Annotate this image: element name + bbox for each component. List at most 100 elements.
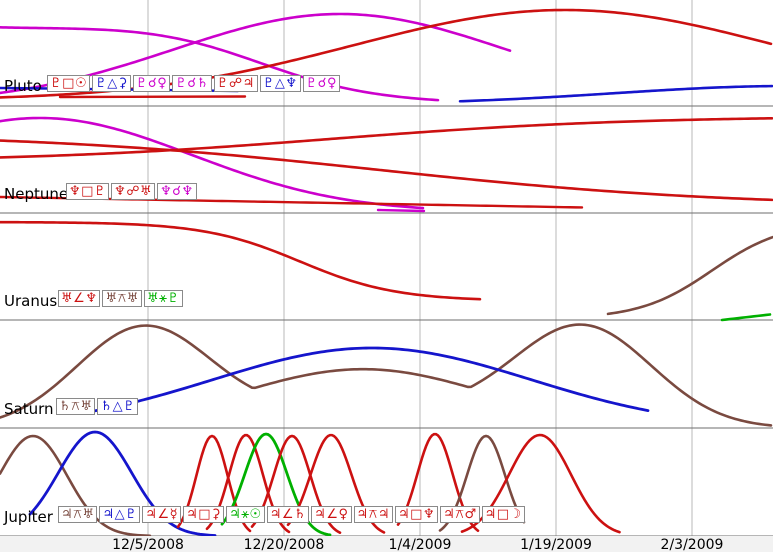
badge-target-glyph: ♇: [123, 399, 135, 414]
badge-aspect-glyph: □: [62, 76, 75, 91]
badge-target-glyph: ⚳: [211, 507, 221, 522]
badge-aspect-glyph: ⚻: [455, 507, 464, 522]
badge-body-glyph: ♃: [398, 507, 410, 522]
badge-aspect-glyph: □: [198, 507, 211, 522]
badge-target-glyph: ♅: [80, 399, 92, 414]
transit-chart: Pluto Neptune Uranus Saturn Jupiter ♇□☉♇…: [0, 0, 773, 552]
aspect-badge[interactable]: ♅⚹♇: [144, 290, 183, 307]
curve-pluto-trine-right: [460, 86, 772, 101]
x-axis-tick-labels: 12/5/2008 12/20/2008 1/4/2009 1/19/2009 2/3/…: [0, 537, 773, 552]
badge-body-glyph: ♇: [136, 76, 148, 91]
aspect-badge-row-saturn: ♄⚻♅♄△♇: [56, 398, 138, 415]
aspect-badge[interactable]: ♇△♆: [260, 75, 301, 92]
aspect-badge[interactable]: ♅⚻♅: [102, 290, 141, 307]
badge-body-glyph: ♃: [270, 507, 282, 522]
aspect-badge[interactable]: ♃△♇: [99, 506, 140, 523]
badge-target-glyph: ☉: [75, 76, 87, 91]
aspect-badge[interactable]: ♇□☉: [47, 75, 90, 92]
aspect-badge[interactable]: ♃⚻♅: [58, 506, 97, 523]
curve-uranus-quincunx-uranus: [608, 237, 773, 314]
curve-saturn-trine-pluto: [90, 348, 648, 412]
badge-body-glyph: ♇: [175, 76, 187, 91]
curve-pluto-square-sun-short: [60, 97, 245, 98]
axis-tick-label: 1/4/2009: [389, 537, 452, 553]
badge-target-glyph: ♆: [423, 507, 435, 522]
badge-target-glyph: ☿: [170, 507, 178, 522]
badge-aspect-glyph: △: [113, 399, 124, 414]
panel-label-uranus: Uranus: [4, 293, 57, 309]
aspect-badge[interactable]: ♃⚻♂: [440, 506, 479, 523]
aspect-badge[interactable]: ♃⚹☉: [226, 506, 265, 523]
badge-target-glyph: ⚳: [118, 76, 128, 91]
aspect-badge[interactable]: ♅∠♆: [58, 290, 100, 307]
aspect-badge[interactable]: ♆☍♅: [111, 183, 155, 200]
badge-aspect-glyph: △: [115, 507, 126, 522]
aspect-badge[interactable]: ♆□♇: [66, 183, 109, 200]
aspect-badge[interactable]: ♇☌♀: [303, 75, 340, 92]
badge-aspect-glyph: ⚹: [241, 507, 249, 522]
aspect-badge[interactable]: ♃∠☿: [142, 506, 181, 523]
badge-target-glyph: ♄: [294, 507, 306, 522]
badge-aspect-glyph: ☌: [148, 76, 157, 91]
badge-target-glyph: ♆: [285, 76, 297, 91]
badge-body-glyph: ♃: [314, 507, 326, 522]
curve-neptune-conjunct-tail: [378, 210, 424, 211]
badge-body-glyph: ♃: [61, 507, 73, 522]
badge-body-glyph: ♅: [105, 291, 117, 306]
aspect-badge-row-neptune: ♆□♇♆☍♅♆☌♆: [66, 183, 197, 200]
aspect-badge[interactable]: ♃□☽: [482, 506, 525, 523]
panel-label-saturn: Saturn: [4, 401, 54, 417]
aspect-badge[interactable]: ♄△♇: [97, 398, 138, 415]
aspect-badge-row-jupiter: ♃⚻♅♃△♇♃∠☿♃□⚳♃⚹☉♃∠♄♃∠♀♃⚻♃♃□♆♃⚻♂♃□☽: [58, 506, 525, 523]
badge-aspect-glyph: ☍: [229, 76, 243, 91]
badge-target-glyph: ♀: [157, 76, 167, 91]
badge-aspect-glyph: ⚹: [159, 291, 167, 306]
aspect-badge[interactable]: ♃□⚳: [183, 506, 224, 523]
panel-label-jupiter: Jupiter: [4, 509, 53, 525]
badge-target-glyph: ♃: [378, 507, 390, 522]
badge-body-glyph: ♃: [485, 507, 497, 522]
badge-target-glyph: ♅: [127, 291, 139, 306]
axis-tick-label: 2/3/2009: [661, 537, 724, 553]
aspect-badge[interactable]: ♄⚻♅: [56, 398, 95, 415]
badge-aspect-glyph: ∠: [73, 291, 85, 306]
badge-body-glyph: ♄: [59, 399, 71, 414]
badge-body-glyph: ♇: [306, 76, 318, 91]
badge-target-glyph: ☉: [250, 507, 262, 522]
axis-tick-label: 12/20/2008: [244, 537, 325, 553]
badge-target-glyph: ♀: [338, 507, 348, 522]
aspect-badge[interactable]: ♃□♆: [395, 506, 438, 523]
aspect-badge-row-pluto: ♇□☉♇△⚳♇☌♀♇☌♄♇☍♃♇△♆♇☌♀: [47, 75, 340, 92]
aspect-badge[interactable]: ♇☌♄: [172, 75, 212, 92]
badge-aspect-glyph: ☌: [187, 76, 196, 91]
badge-aspect-glyph: ⚻: [118, 291, 127, 306]
badge-aspect-glyph: ∠: [326, 507, 338, 522]
badge-target-glyph: ♂: [464, 507, 476, 522]
axis-tick-label: 1/19/2009: [520, 537, 592, 553]
badge-target-glyph: ♇: [167, 291, 179, 306]
aspect-badge[interactable]: ♇☌♀: [133, 75, 170, 92]
badge-aspect-glyph: □: [81, 184, 94, 199]
badge-body-glyph: ♃: [145, 507, 157, 522]
panel-label-neptune: Neptune: [4, 186, 68, 202]
aspect-badge[interactable]: ♇△⚳: [92, 75, 131, 92]
badge-body-glyph: ♇: [95, 76, 107, 91]
badge-body-glyph: ♅: [147, 291, 159, 306]
aspect-badge[interactable]: ♆☌♆: [157, 183, 197, 200]
aspect-badge[interactable]: ♃⚻♃: [354, 506, 393, 523]
badge-target-glyph: ♃: [243, 76, 255, 91]
badge-body-glyph: ♃: [102, 507, 114, 522]
badge-aspect-glyph: □: [410, 507, 423, 522]
panel-label-pluto: Pluto: [4, 78, 42, 94]
aspect-badge[interactable]: ♃∠♄: [267, 506, 309, 523]
badge-target-glyph: ♅: [82, 507, 94, 522]
badge-aspect-glyph: ☌: [172, 184, 181, 199]
aspect-badge[interactable]: ♃∠♀: [311, 506, 351, 523]
axis-tick-label: 12/5/2008: [112, 537, 184, 553]
badge-target-glyph: ♇: [94, 184, 106, 199]
curve-uranus-semisquare-neptune: [0, 222, 480, 299]
badge-aspect-glyph: △: [275, 76, 286, 91]
aspect-badge[interactable]: ♇☍♃: [214, 75, 258, 92]
badge-target-glyph: ♆: [181, 184, 193, 199]
badge-target-glyph: ♆: [85, 291, 97, 306]
